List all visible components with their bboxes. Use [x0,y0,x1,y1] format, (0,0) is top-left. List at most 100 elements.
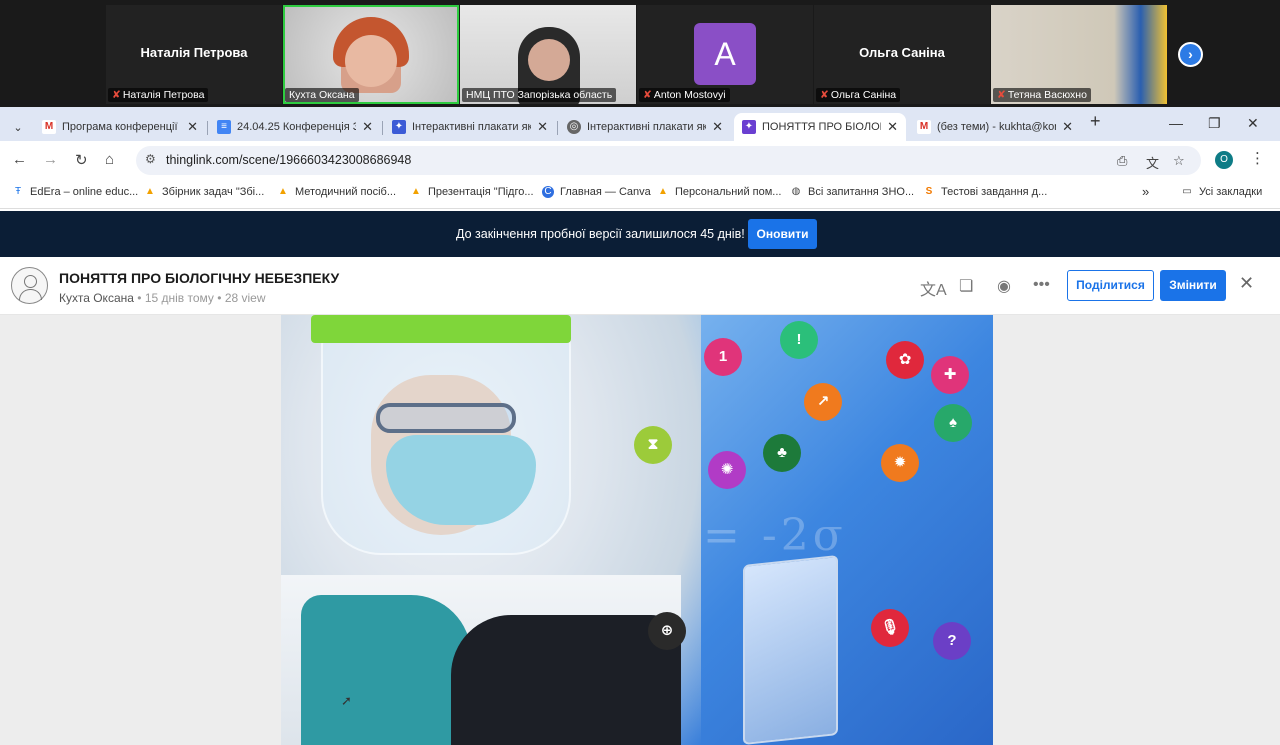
site-info-icon[interactable]: ⚙ [145,152,156,166]
reload-button[interactable]: ↻ [75,151,88,169]
hotspot-number-one[interactable]: 1 [698,332,748,382]
home-button[interactable]: ⌂ [105,151,114,168]
participant-tile[interactable]: A ✘ Anton Mostovyi [637,5,813,104]
globe-icon: ◍ [791,186,801,197]
bookmarks-bar: Ŧ EdEra – online educ... ▲ Збірник задач "… [0,179,1280,209]
view-count: 28 view [224,291,266,305]
participant-tile[interactable]: НМЦ ПТО Запорізька область [460,5,636,104]
hotspot-plant[interactable]: ♣ [757,428,807,478]
tab-posters-2[interactable]: ◎ Інтерактивні плакати як ✕ [559,113,731,141]
gmail-icon: M [917,120,931,134]
mic-muted-icon: ✘ [643,89,652,101]
tab-program[interactable]: M Програма конференції ✕ [34,113,206,141]
tab-conference-doc[interactable]: ≡ 24.04.25 Конференція З ✕ [209,113,381,141]
more-bookmarks-button[interactable]: » [1142,184,1149,199]
bookmark-item[interactable]: ◍ Всі запитання ЗНО... [790,186,914,198]
bookmark-item[interactable]: Ŧ EdEra – online educ... [12,186,138,198]
hotspot-brain[interactable]: ⊕ [642,606,692,656]
drive-icon: ▲ [145,186,155,197]
hotspot-bell[interactable]: ♠ [928,398,978,448]
tab-gmail[interactable]: M (без теми) - kukhta@kor ✕ [909,113,1081,141]
participant-label: ✘ Тетяна Васюхно [993,88,1091,102]
maximize-button[interactable]: ❐ [1208,115,1221,132]
thinglink-icon: ✦ [742,120,756,134]
mic-muted-icon: ✘ [997,89,1006,101]
translate-icon[interactable]: 文A [920,276,947,300]
participant-tile[interactable]: ✘ Тетяна Васюхно [991,5,1167,104]
docs-icon: ≡ [217,120,231,134]
bookmark-star-icon[interactable]: ☆ [1173,153,1185,169]
close-tab-icon[interactable]: ✕ [712,119,723,135]
close-tab-icon[interactable]: ✕ [362,119,373,135]
participant-tile[interactable]: Ольга Саніна ✘ Ольга Саніна [814,5,990,104]
bookmark-item[interactable]: S Тестові завдання д... [923,186,1048,198]
bookmark-item[interactable]: ▲ Методичний посіб... [277,186,396,198]
hotspot-hourglass[interactable]: ⧗ [628,420,678,470]
hotspot-flower[interactable]: ✿ [880,335,930,385]
eye-icon[interactable]: ◉ [997,276,1011,296]
participant-tile[interactable]: Наталія Петрова ✘ Наталія Петрова [106,5,282,104]
install-app-icon[interactable]: ⎙ [1117,153,1127,169]
url-text[interactable]: thinglink.com/scene/1966603423008686948 [166,153,411,167]
minimize-button[interactable]: — [1169,115,1183,131]
edit-button[interactable]: Змінити [1160,270,1226,301]
bookmark-item[interactable]: C Главная — Canva [542,186,651,198]
mouse-cursor-icon: ➚ [341,693,352,708]
participant-avatar: A [694,23,756,85]
edera-icon: Ŧ [14,186,22,197]
all-bookmarks-folder[interactable]: ▭ Усі закладки [1181,186,1262,198]
scene-header: ПОНЯТТЯ ПРО БІОЛОГІЧНУ НЕБЕЗПЕКУ Кухта О… [0,257,1280,315]
close-tab-icon[interactable]: ✕ [1062,119,1073,135]
translate-icon[interactable]: 文 [1146,153,1159,172]
scene-image: T(τ) = -2σ 1 ! ✿ ✚ ↗ ♠ ⧗ ♣ ✺ ✹ ⊕ 🎙 ? [281,315,993,745]
close-scene-icon[interactable]: ✕ [1239,273,1254,294]
bookmark-item[interactable]: ▲ Збірник задач "Збі... [144,186,264,198]
black-glove [451,615,681,745]
browser-menu-icon[interactable]: ⋮ [1250,149,1265,167]
hotspot-bug[interactable]: ✹ [875,438,925,488]
hotspot-microphone[interactable]: 🎙 [865,603,915,653]
video-participants-strip: Наталія Петрова ✘ Наталія Петрова Кухта О… [0,0,1280,107]
participant-face [345,35,397,87]
new-tab-button[interactable]: + [1090,111,1101,132]
tab-biohazard-active[interactable]: ✦ ПОНЯТТЯ ПРО БІОЛОГІ ✕ [734,113,906,141]
hotspot-question[interactable]: ? [927,616,977,666]
forward-button[interactable]: → [43,151,58,168]
bookmark-item[interactable]: ▲ Презентація "Підго... [410,186,533,198]
participant-name: Ольга Саніна [859,45,945,60]
participant-label: НМЦ ПТО Запорізька область [462,88,617,102]
back-button[interactable]: ← [12,151,27,168]
address-bar-row: ← → ↻ ⌂ ⚙ thinglink.com/scene/1966603423… [0,141,1280,179]
hotspot-medical-cross[interactable]: ✚ [925,350,975,400]
close-window-button[interactable]: ✕ [1247,115,1259,132]
mic-muted-icon: ✘ [820,89,829,101]
scene-title: ПОНЯТТЯ ПРО БІОЛОГІЧНУ НЕБЕЗПЕКУ [59,270,340,286]
folder-icon: ▭ [1182,186,1192,197]
copy-icon[interactable]: ❏ [959,276,973,296]
chevron-right-icon: › [1188,46,1193,62]
tab-bar: ⌄ M Програма конференції ✕ ≡ 24.04.25 Ко… [0,107,1280,141]
close-tab-icon[interactable]: ✕ [187,119,198,135]
close-tab-icon[interactable]: ✕ [537,119,548,135]
next-participants-button[interactable]: › [1178,42,1203,67]
share-button[interactable]: Поділитися [1067,270,1154,301]
hotspot-external-link[interactable]: ↗ [798,377,848,427]
hotspot-virus[interactable]: ✺ [702,445,752,495]
close-tab-icon[interactable]: ✕ [887,119,898,135]
tab-search-button[interactable]: ⌄ [6,113,30,141]
canva-icon: C [542,186,554,198]
profile-avatar[interactable]: O [1215,151,1233,169]
test-tube-rack [743,555,838,745]
participant-label: ✘ Ольга Саніна [816,88,901,102]
participant-tile-active[interactable]: Кухта Оксана [283,5,459,104]
tab-posters-1[interactable]: ✦ Інтерактивні плакати як ✕ [384,113,556,141]
omnibox[interactable]: ⚙ thinglink.com/scene/196660342300868694… [136,146,1201,175]
upgrade-button[interactable]: Оновити [748,219,817,249]
bookmark-item[interactable]: ▲ Персональний пом... [657,186,781,198]
face-shield-band [311,315,571,343]
hotspot-exclamation[interactable]: ! [774,315,824,365]
author-avatar[interactable] [11,267,48,304]
author-name[interactable]: Кухта Оксана [59,291,134,305]
more-options-icon[interactable]: ••• [1033,276,1050,294]
mic-muted-icon: ✘ [112,89,121,101]
